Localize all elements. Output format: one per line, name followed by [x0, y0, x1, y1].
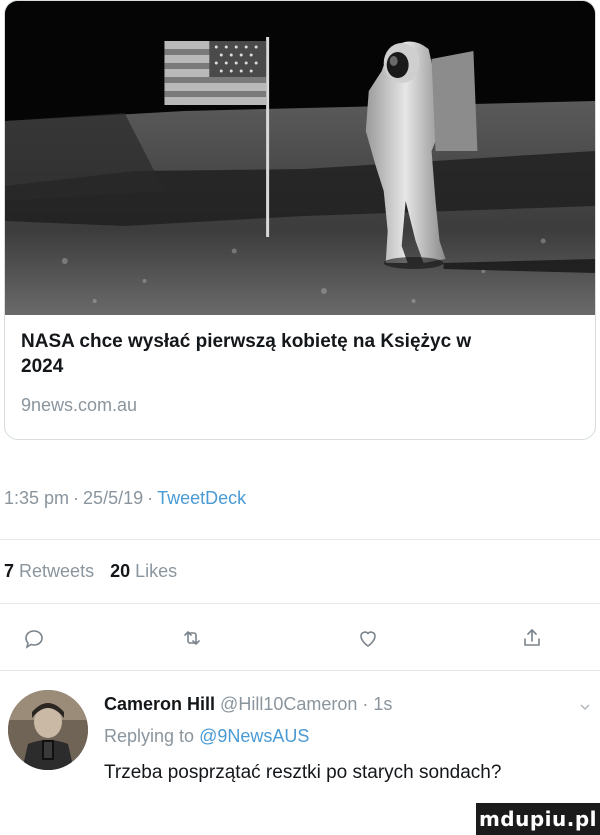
retweet-button[interactable]	[172, 618, 212, 658]
avatar[interactable]	[8, 690, 88, 770]
retweet-icon	[184, 631, 200, 645]
heart-icon	[360, 631, 376, 647]
reply-button[interactable]	[14, 618, 54, 658]
likes-label[interactable]: Likes	[135, 561, 177, 581]
tweet-actions	[0, 618, 600, 658]
likes-count[interactable]: 20	[110, 561, 130, 581]
retweets-label[interactable]: Retweets	[19, 561, 94, 581]
chevron-down-icon[interactable]	[578, 700, 592, 714]
reply-text: Trzeba posprzątać resztki po starych son…	[104, 762, 502, 783]
retweets-count[interactable]: 7	[4, 561, 14, 581]
moon-landing-photo	[5, 1, 595, 315]
divider	[0, 603, 600, 604]
reply-author-handle[interactable]: @Hill10Cameron	[220, 694, 357, 714]
reply-header: Cameron Hill @Hill10Cameron · 1s	[104, 694, 392, 715]
tweet-time: 1:35 pm	[4, 488, 70, 508]
reply-age[interactable]: 1s	[373, 694, 392, 714]
meta-separator: ·	[73, 488, 80, 508]
link-preview-card[interactable]: NASA chce wysłać pierwszą kobietę na Ksi…	[4, 0, 596, 440]
tweet-stats: 7 Retweets 20 Likes	[4, 561, 177, 582]
tweet-client-link[interactable]: TweetDeck	[157, 488, 246, 508]
share-icon	[524, 629, 540, 646]
reply-author-name[interactable]: Cameron Hill	[104, 694, 215, 714]
comment-icon	[25, 630, 43, 649]
tweet-meta: 1:35 pm · 25/5/19 · TweetDeck	[4, 488, 246, 509]
like-button[interactable]	[348, 618, 388, 658]
site-watermark: mdupiu.pl	[476, 803, 600, 835]
divider	[0, 539, 600, 540]
meta-separator: ·	[147, 488, 154, 508]
reply-separator: ·	[362, 694, 369, 714]
share-button[interactable]	[512, 618, 552, 658]
card-title: NASA chce wysłać pierwszą kobietę na Ksi…	[21, 331, 472, 377]
divider	[0, 670, 600, 671]
card-domain: 9news.com.au	[21, 395, 138, 415]
replying-prefix: Replying to	[104, 726, 195, 746]
replying-to: Replying to @9NewsAUS	[104, 726, 309, 747]
replying-mention-link[interactable]: @9NewsAUS	[199, 726, 309, 746]
tweet-date: 25/5/19	[83, 488, 144, 508]
